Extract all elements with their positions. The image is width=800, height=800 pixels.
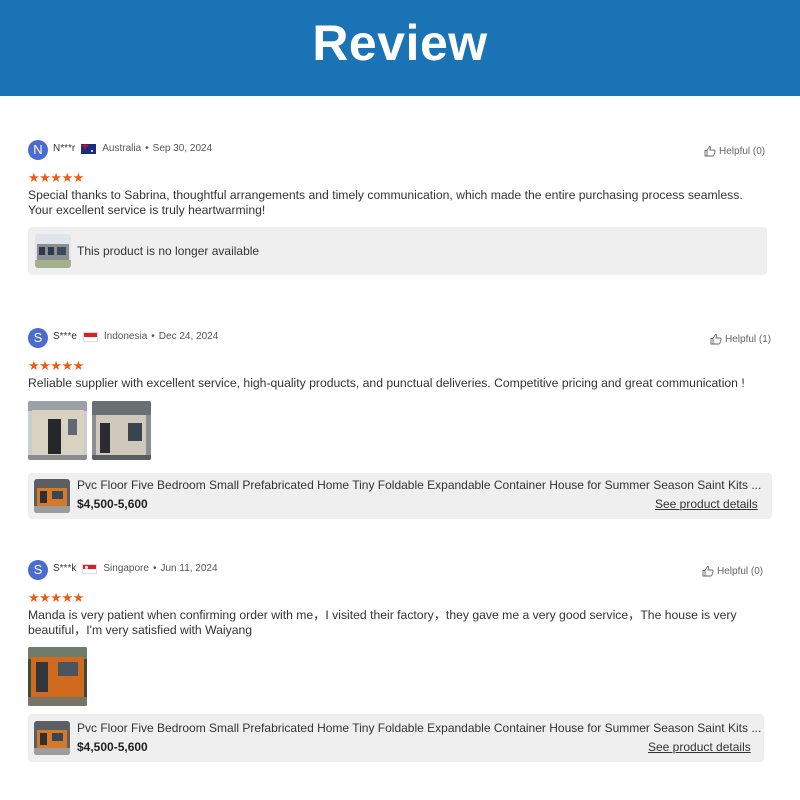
see-product-details-link[interactable]: See product details bbox=[648, 740, 751, 754]
review-meta: N N***r Australia • Sep 30, 2024 bbox=[28, 140, 772, 162]
separator-dot: • bbox=[152, 563, 157, 574]
product-thumbnail bbox=[35, 234, 71, 268]
reviewer-country: Singapore bbox=[103, 563, 149, 574]
review-item: S S***k Singapore • Jun 11, 2024 Helpful… bbox=[28, 560, 768, 765]
review-photo[interactable] bbox=[28, 401, 87, 460]
product-price: $4,500-5,600 bbox=[77, 497, 148, 511]
product-title[interactable]: Pvc Floor Five Bedroom Small Prefabricat… bbox=[77, 478, 761, 492]
container-house-image bbox=[35, 234, 71, 268]
singapore-flag-icon bbox=[82, 563, 98, 574]
star-rating: ★★★★★ bbox=[28, 590, 84, 605]
product-price: $4,500-5,600 bbox=[77, 740, 148, 754]
product-thumbnail bbox=[34, 721, 70, 755]
reviewer-meta: S***k Singapore • Jun 11, 2024 bbox=[53, 563, 218, 574]
helpful-count: Helpful (0) bbox=[719, 145, 766, 157]
review-text-line: Your excellent service is truly heartwar… bbox=[28, 203, 266, 217]
review-date: Jun 11, 2024 bbox=[160, 563, 218, 574]
unavailable-product-card: This product is no longer available bbox=[28, 227, 767, 275]
product-title[interactable]: Pvc Floor Five Bedroom Small Prefabricat… bbox=[77, 721, 761, 735]
see-product-details-link[interactable]: See product details bbox=[655, 497, 758, 511]
review-photo[interactable] bbox=[92, 401, 151, 460]
reviewer-country: Australia bbox=[102, 143, 142, 154]
product-card[interactable]: Pvc Floor Five Bedroom Small Prefabricat… bbox=[28, 473, 772, 519]
review-meta: S S***e Indonesia • Dec 24, 2024 bbox=[28, 328, 774, 350]
avatar: S bbox=[28, 328, 48, 348]
product-thumbnail bbox=[34, 479, 70, 513]
review-date: Sep 30, 2024 bbox=[152, 143, 213, 154]
review-text-line: Special thanks to Sabrina, thoughtful ar… bbox=[28, 188, 743, 202]
indonesia-flag-icon bbox=[82, 331, 98, 342]
reviewer-meta: S***e Indonesia • Dec 24, 2024 bbox=[53, 331, 218, 342]
review-text-line: Manda is very patient when confirming or… bbox=[28, 608, 737, 622]
review-meta: S S***k Singapore • Jun 11, 2024 bbox=[28, 560, 768, 582]
page-title: Review bbox=[312, 15, 488, 71]
avatar: S bbox=[28, 560, 48, 580]
avatar: N bbox=[28, 140, 48, 160]
helpful-count: Helpful (0) bbox=[717, 565, 764, 577]
review-text-line: beautiful，I'm very satisfied with Waiyan… bbox=[28, 623, 253, 637]
separator-dot: • bbox=[151, 331, 155, 342]
review-photo[interactable] bbox=[28, 647, 87, 706]
container-house-photo bbox=[92, 401, 151, 460]
helpful-count: Helpful (1) bbox=[725, 333, 772, 345]
helpful-button[interactable]: Helpful (1) bbox=[710, 333, 771, 345]
review-text-line: Reliable supplier with excellent service… bbox=[28, 376, 745, 390]
reviewer-meta: N***r Australia • Sep 30, 2024 bbox=[53, 143, 212, 154]
star-rating: ★★★★★ bbox=[28, 358, 84, 373]
page-header: Review bbox=[0, 0, 800, 96]
helpful-button[interactable]: Helpful (0) bbox=[704, 145, 765, 157]
reviewer-country: Indonesia bbox=[103, 331, 148, 342]
thumbs-up-icon bbox=[704, 146, 716, 157]
container-house-photo bbox=[28, 401, 87, 460]
helpful-button[interactable]: Helpful (0) bbox=[702, 565, 763, 577]
review-date: Dec 24, 2024 bbox=[158, 331, 219, 342]
reviewer-name: N***r bbox=[53, 143, 76, 154]
product-card[interactable]: Pvc Floor Five Bedroom Small Prefabricat… bbox=[28, 714, 764, 762]
thumbs-up-icon bbox=[710, 334, 722, 345]
review-item: N N***r Australia • Sep 30, 2024 Helpful… bbox=[28, 140, 772, 280]
container-house-photo bbox=[28, 647, 87, 706]
reviewer-name: S***e bbox=[53, 331, 77, 342]
review-item: S S***e Indonesia • Dec 24, 2024 Helpful… bbox=[28, 328, 774, 523]
reviewer-name: S***k bbox=[53, 563, 77, 574]
thumbs-up-icon bbox=[702, 566, 714, 577]
australia-flag-icon bbox=[81, 143, 97, 154]
container-house-image bbox=[34, 721, 70, 755]
star-rating: ★★★★★ bbox=[28, 170, 84, 185]
separator-dot: • bbox=[145, 143, 149, 154]
unavailable-message: This product is no longer available bbox=[77, 244, 260, 258]
container-house-image bbox=[34, 479, 70, 513]
